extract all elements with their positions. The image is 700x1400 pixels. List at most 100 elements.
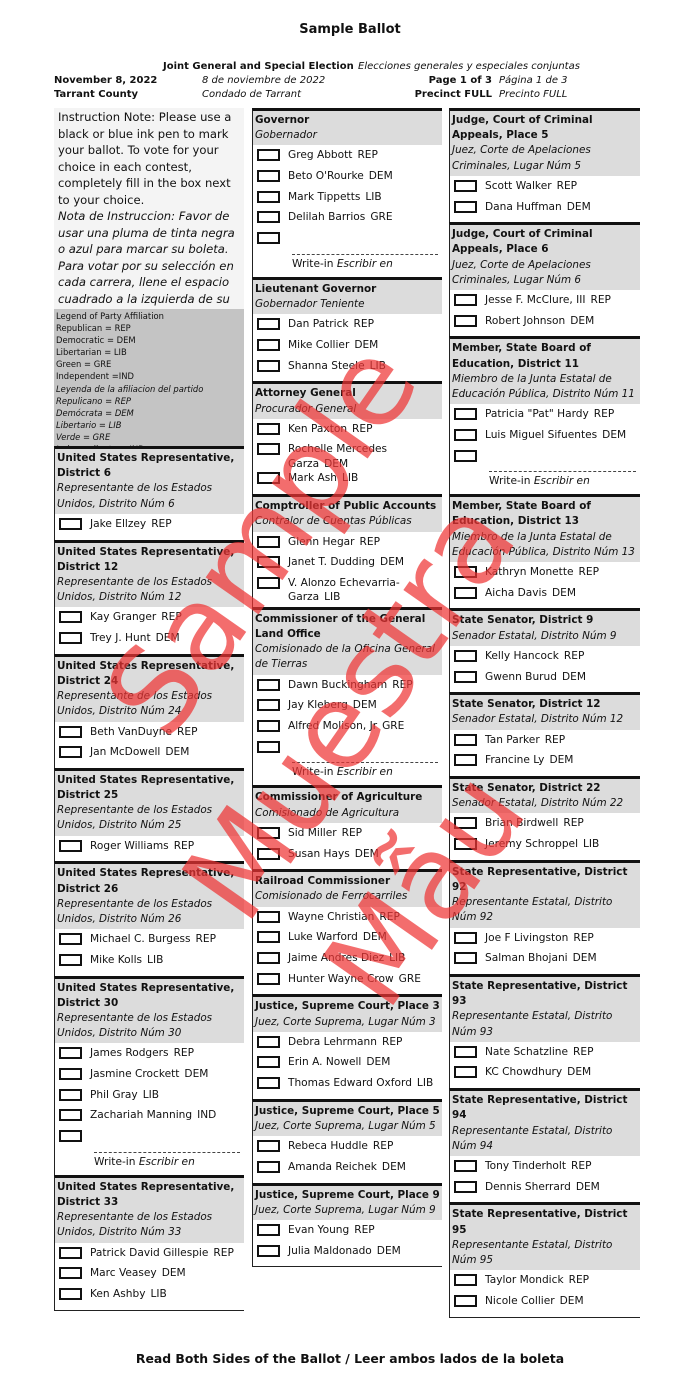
candidate-option[interactable]: Beto O'Rourke DEM [257,169,442,190]
candidate-option[interactable]: Shanna Steele LIB [257,359,442,380]
vote-checkbox[interactable] [59,611,82,624]
write-in-option[interactable] [257,740,442,761]
candidate-option[interactable]: Michael C. Burgess REP [59,932,244,953]
vote-checkbox[interactable] [257,359,280,372]
candidate-option[interactable]: Dan Patrick REP [257,317,442,338]
candidate-option[interactable]: Beth VanDuyne REP [59,725,244,746]
vote-checkbox[interactable] [454,586,477,599]
write-in-line[interactable] [292,762,438,764]
candidate-option[interactable]: Dawn Buckingham REP [257,678,442,699]
candidate-option[interactable]: Erin A. Nowell DEM [257,1055,442,1076]
vote-checkbox[interactable] [257,1244,280,1257]
vote-checkbox[interactable] [257,1160,280,1173]
candidate-option[interactable]: Greg Abbott REP [257,148,442,169]
vote-checkbox[interactable] [257,1140,280,1153]
candidate-option[interactable]: Evan Young REP [257,1223,442,1244]
vote-checkbox[interactable] [257,318,280,331]
candidate-option[interactable]: Phil Gray LIB [59,1088,244,1109]
vote-checkbox[interactable] [454,952,477,965]
write-in-line[interactable] [489,471,636,473]
candidate-option[interactable]: Marc Veasey DEM [59,1266,244,1287]
candidate-option[interactable]: Susan Hays DEM [257,847,442,868]
vote-checkbox[interactable] [257,847,280,860]
candidate-option[interactable]: Kay Granger REP [59,610,244,631]
candidate-option[interactable]: Glenn Hegar REP [257,535,442,556]
vote-checkbox[interactable] [454,1066,477,1079]
vote-checkbox[interactable] [454,1159,477,1172]
vote-checkbox[interactable] [454,838,477,851]
vote-checkbox[interactable] [257,149,280,162]
candidate-option[interactable]: Roger Williams REP [59,839,244,860]
candidate-option[interactable]: Nate Schatzline REP [454,1045,640,1066]
candidate-option[interactable]: Joe F Livingston REP [454,931,640,952]
vote-checkbox[interactable] [454,1180,477,1193]
vote-checkbox[interactable] [257,972,280,985]
candidate-option[interactable]: Ken Paxton REP [257,422,442,443]
vote-checkbox[interactable] [257,556,280,569]
candidate-option[interactable]: Luis Miguel Sifuentes DEM [454,428,640,449]
candidate-option[interactable]: Francine Ly DEM [454,753,640,774]
vote-checkbox[interactable] [257,576,280,589]
vote-checkbox[interactable] [454,428,477,441]
candidate-option[interactable]: Mark Tippetts LIB [257,190,442,211]
candidate-option[interactable]: Jasmine Crockett DEM [59,1067,244,1088]
vote-checkbox[interactable] [59,953,82,966]
candidate-option[interactable]: Nicole Collier DEM [454,1294,640,1315]
vote-checkbox[interactable] [454,1274,477,1287]
vote-checkbox[interactable] [454,200,477,213]
vote-checkbox[interactable] [257,1077,280,1090]
vote-checkbox[interactable] [59,1047,82,1060]
candidate-option[interactable]: Scott Walker REP [454,179,640,200]
vote-checkbox[interactable] [257,422,280,435]
candidate-option[interactable]: Patrick David Gillespie REP [59,1246,244,1267]
write-in-checkbox[interactable] [257,232,280,245]
candidate-option[interactable]: Delilah Barrios GRE [257,210,442,231]
candidate-option[interactable]: Amanda Reichek DEM [257,1160,442,1181]
write-in-checkbox[interactable] [59,1130,82,1143]
candidate-option[interactable]: Brian Birdwell REP [454,816,640,837]
candidate-option[interactable]: Alfred Molison, Jr GRE [257,719,442,740]
candidate-option[interactable]: Jay Kleberg DEM [257,698,442,719]
write-in-option[interactable] [59,1129,244,1150]
vote-checkbox[interactable] [59,1109,82,1122]
write-in-option[interactable] [257,231,442,252]
write-in-option[interactable] [454,449,640,470]
candidate-option[interactable]: Aicha Davis DEM [454,586,640,607]
vote-checkbox[interactable] [59,1068,82,1081]
vote-checkbox[interactable] [59,1267,82,1280]
candidate-option[interactable]: Wayne Christian REP [257,910,442,931]
candidate-option[interactable]: Sid Miller REP [257,826,442,847]
candidate-option[interactable]: James Rodgers REP [59,1046,244,1067]
vote-checkbox[interactable] [257,720,280,733]
candidate-option[interactable]: Debra Lehrmann REP [257,1035,442,1056]
vote-checkbox[interactable] [59,1288,82,1300]
vote-checkbox[interactable] [59,839,82,852]
vote-checkbox[interactable] [454,1045,477,1058]
candidate-option[interactable]: Jesse F. McClure, III REP [454,293,640,314]
candidate-option[interactable]: Rochelle Mercedes Garza DEM [257,442,442,471]
candidate-option[interactable]: Jan McDowell DEM [59,745,244,766]
vote-checkbox[interactable] [59,746,82,759]
vote-checkbox[interactable] [454,1294,477,1307]
candidate-option[interactable]: Zachariah Manning IND [59,1108,244,1129]
vote-checkbox[interactable] [257,910,280,923]
vote-checkbox[interactable] [454,566,477,579]
vote-checkbox[interactable] [257,1035,280,1048]
candidate-option[interactable]: Dennis Sherrard DEM [454,1180,640,1201]
candidate-option[interactable]: Tony Tinderholt REP [454,1159,640,1180]
vote-checkbox[interactable] [257,211,280,224]
vote-checkbox[interactable] [454,817,477,830]
write-in-field[interactable]: Write-in Escribir en [94,1151,244,1173]
candidate-option[interactable]: Julia Maldonado DEM [257,1244,442,1265]
vote-checkbox[interactable] [59,632,82,644]
write-in-checkbox[interactable] [257,740,280,753]
candidate-option[interactable]: Taylor Mondick REP [454,1273,640,1294]
vote-checkbox[interactable] [454,754,477,767]
vote-checkbox[interactable] [454,179,477,192]
write-in-line[interactable] [94,1151,240,1153]
vote-checkbox[interactable] [257,931,280,944]
vote-checkbox[interactable] [257,443,280,456]
candidate-option[interactable]: Hunter Wayne Crow GRE [257,972,442,993]
candidate-option[interactable]: Tan Parker REP [454,733,640,754]
vote-checkbox[interactable] [454,294,477,306]
